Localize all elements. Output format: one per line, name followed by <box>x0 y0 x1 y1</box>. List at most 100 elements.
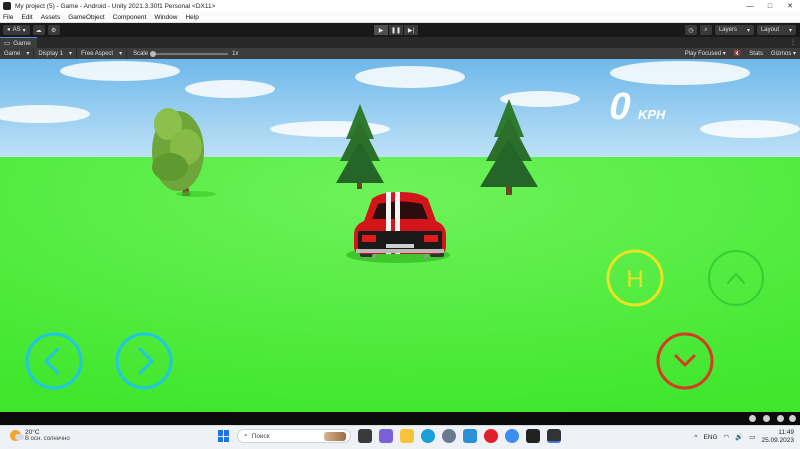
toolbar-right: ◷ ⌕ Layers ▾ Layout ▾ <box>684 25 796 35</box>
account-dropdown[interactable]: ● AS ▾ <box>3 25 30 35</box>
view-mode-dropdown[interactable]: Game ▾ <box>0 48 35 59</box>
edge-icon[interactable] <box>421 429 435 443</box>
menu-gameobject[interactable]: GameObject <box>68 14 105 21</box>
window-controls: — □ ✕ <box>740 0 800 12</box>
display-dropdown[interactable]: Display 1 ▾ <box>34 48 78 59</box>
game-viewport[interactable]: 0 KPH H <box>0 59 800 412</box>
menu-assets[interactable]: Assets <box>41 14 61 21</box>
scale-control: Scale 1x <box>133 50 239 57</box>
search-icon: ⌕ <box>244 432 248 439</box>
language-indicator[interactable]: ENG <box>703 434 717 441</box>
pause-button[interactable]: ❚❚ <box>389 25 403 35</box>
tab-bar: ▭ Game ⋮ <box>0 37 800 48</box>
game-bar-right: Play Focused ▾ 🔇 Stats Gizmos ▾ <box>685 50 796 58</box>
status-icon[interactable] <box>763 415 770 422</box>
gizmos-dropdown[interactable]: Gizmos ▾ <box>771 50 796 57</box>
browser-icon[interactable] <box>505 429 519 443</box>
menu-file[interactable]: File <box>3 14 13 21</box>
temperature: 20°C <box>25 429 40 436</box>
system-tray: ^ ENG ◠ 🔊 ▭ 11:49 25.09.2023 <box>694 429 794 445</box>
step-icon: ▶| <box>407 27 415 34</box>
weather-widget[interactable]: 20°C В осн. солнечно <box>10 429 70 442</box>
chevron-up-icon[interactable]: ^ <box>694 434 697 441</box>
clock[interactable]: 11:49 25.09.2023 <box>761 429 794 445</box>
chevron-down-icon: ▾ <box>22 27 26 34</box>
clock-date: 25.09.2023 <box>761 437 794 444</box>
cloud-button[interactable]: ☁ <box>32 25 45 35</box>
menu-window[interactable]: Window <box>154 14 177 21</box>
search-button[interactable]: ⌕ <box>699 25 712 35</box>
pause-icon: ❚❚ <box>390 27 402 34</box>
chevron-down-icon: ▾ <box>26 51 30 57</box>
status-icon[interactable] <box>749 415 756 422</box>
unity-hub-icon[interactable] <box>526 429 540 443</box>
search-highlight-image <box>324 432 346 441</box>
unity-logo-icon <box>3 2 11 10</box>
close-button[interactable]: ✕ <box>780 0 800 12</box>
game-scene: 0 KPH H <box>0 59 800 412</box>
menu-edit[interactable]: Edit <box>21 14 32 21</box>
layout-dropdown[interactable]: Layout ▾ <box>756 25 796 35</box>
play-icon: ▶ <box>378 27 384 34</box>
scale-slider-handle[interactable] <box>150 50 157 57</box>
opera-icon[interactable] <box>484 429 498 443</box>
gizmos-label: Gizmos <box>770 51 792 57</box>
scale-value: 1x <box>232 50 239 57</box>
account-icon: ● <box>7 27 11 33</box>
cloud-icon: ☁ <box>35 27 42 34</box>
game-view-bar: Game ▾ Display 1 ▾ Free Aspect ▾ Scale 1… <box>0 48 800 59</box>
window-title: My project (5) - Game - Android - Unity … <box>15 2 216 10</box>
unity-toolbar: ● AS ▾ ☁ ⚙ ▶ ❚❚ ▶| ◷ ⌕ Layers ▾ Layout ▾ <box>0 23 800 37</box>
unity-editor-icon[interactable] <box>547 429 561 443</box>
stats-button[interactable]: Stats <box>749 51 763 57</box>
maximize-button[interactable]: □ <box>760 0 780 12</box>
play-button[interactable]: ▶ <box>374 25 388 35</box>
speed-unit: KPH <box>637 107 668 122</box>
tab-game[interactable]: ▭ Game <box>0 37 37 48</box>
tab-options-icon[interactable]: ⋮ <box>790 39 796 46</box>
clock-time: 11:49 <box>778 429 794 436</box>
chevron-down-icon: ▾ <box>69 51 73 57</box>
step-button[interactable]: ▶| <box>404 25 418 35</box>
play-controls: ▶ ❚❚ ▶| <box>374 25 418 35</box>
mute-audio-button[interactable]: 🔇 <box>734 50 741 57</box>
windows-taskbar: 20°C В осн. солнечно ⌕ Поиск ^ ENG ◠ 🔊 ▭… <box>0 425 800 449</box>
status-icon[interactable] <box>777 415 784 422</box>
view-mode-label: Game <box>4 50 21 57</box>
game-tab-icon: ▭ <box>4 40 11 47</box>
aspect-dropdown[interactable]: Free Aspect ▾ <box>77 48 128 59</box>
chevron-down-icon: ▾ <box>119 51 123 57</box>
scale-slider[interactable] <box>150 50 229 57</box>
unity-status-bar <box>0 412 800 425</box>
scale-label: Scale <box>133 50 149 57</box>
settings-app-icon[interactable] <box>442 429 456 443</box>
remote-desktop-icon[interactable] <box>463 429 477 443</box>
taskbar-search[interactable]: ⌕ Поиск <box>237 429 351 443</box>
play-focused-dropdown[interactable]: Play Focused ▾ <box>685 50 726 57</box>
status-icon[interactable] <box>789 415 796 422</box>
tab-game-label: Game <box>13 39 31 47</box>
layers-label: Layers <box>718 27 737 33</box>
windows-start-icon[interactable] <box>218 430 230 442</box>
taskbar-apps: ⌕ Поиск <box>218 429 561 443</box>
layers-dropdown[interactable]: Layers ▾ <box>714 25 754 35</box>
wifi-icon[interactable]: ◠ <box>724 433 730 441</box>
file-explorer-icon[interactable] <box>400 429 414 443</box>
settings-button[interactable]: ⚙ <box>47 25 60 35</box>
weather-text: В осн. солнечно <box>25 436 70 442</box>
task-view-icon[interactable] <box>358 429 372 443</box>
history-button[interactable]: ◷ <box>684 25 697 35</box>
battery-icon[interactable]: ▭ <box>749 433 755 441</box>
account-label: AS <box>12 27 21 33</box>
play-focused-label: Play Focused <box>684 51 722 57</box>
minimize-button[interactable]: — <box>740 0 760 12</box>
search-placeholder: Поиск <box>251 432 270 440</box>
menu-bar: File Edit Assets GameObject Component Wi… <box>0 12 800 23</box>
volume-icon[interactable]: 🔊 <box>735 433 743 441</box>
menu-component[interactable]: Component <box>113 14 147 21</box>
chevron-down-icon: ▾ <box>746 27 750 34</box>
menu-help[interactable]: Help <box>185 14 198 21</box>
chat-icon[interactable] <box>379 429 393 443</box>
chevron-down-icon: ▾ <box>788 27 792 34</box>
display-label: Display 1 <box>38 50 64 57</box>
